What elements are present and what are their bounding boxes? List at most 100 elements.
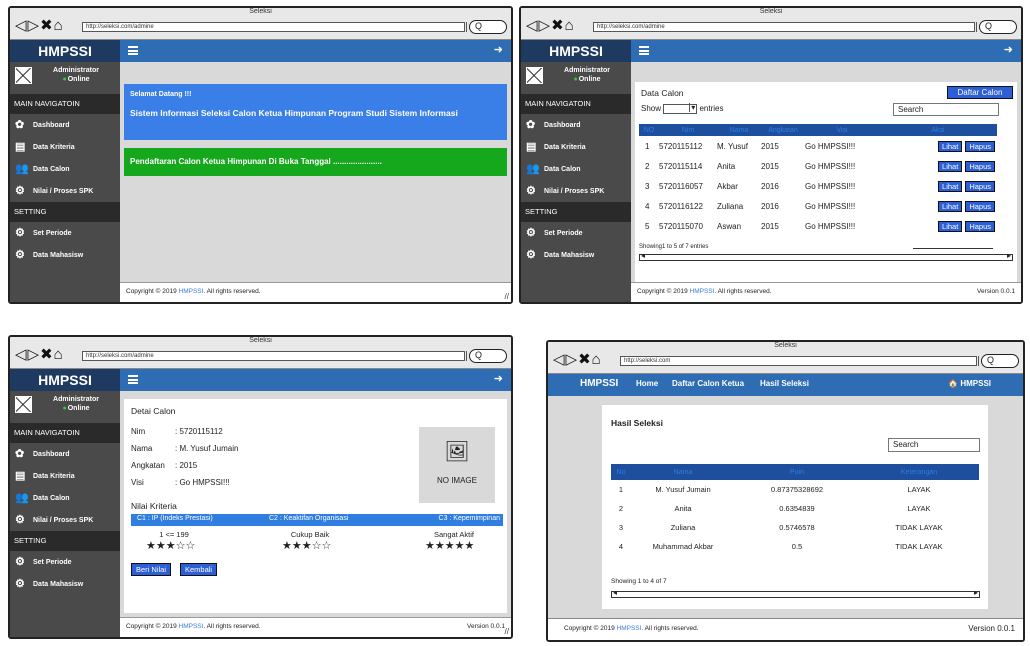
browser-chrome: Seleksi ◁▷✖⌂ http://seleksi.com/admine Q	[10, 337, 511, 369]
forward-icon[interactable]: ▷	[28, 347, 41, 362]
hasil-card: Hasil Seleksi Search No Nama Poin Ketera…	[602, 405, 988, 609]
address-bar[interactable]: http://seleksi.com/admine	[593, 22, 975, 32]
sidebar-item-kriteria[interactable]: ▤ Data Kriteria	[521, 136, 631, 158]
nav-hasil-seleksi[interactable]: Hasil Seleksi	[760, 379, 809, 388]
logout-icon[interactable]: ➜	[494, 372, 503, 385]
sidebar-item-calon[interactable]: 👥 Data Calon	[10, 487, 120, 509]
detail-title: Detai Calon	[131, 406, 176, 416]
browser-search-button[interactable]: Q	[469, 20, 507, 34]
sidebar-item-dashboard[interactable]: ✿ Dashboard	[10, 443, 120, 465]
hapus-button[interactable]: Hapus	[965, 200, 995, 212]
table-cell: 5720116122	[659, 201, 703, 211]
sidebar-item-kriteria[interactable]: ▤ Data Kriteria	[10, 136, 120, 158]
hamburger-icon[interactable]	[128, 46, 138, 55]
hamburger-icon[interactable]	[639, 46, 649, 55]
logout-icon[interactable]: ➜	[494, 43, 503, 56]
back-icon[interactable]: ◁	[526, 18, 539, 33]
footer-link[interactable]: HMPSSI	[179, 288, 204, 295]
table-cell: 5	[645, 221, 650, 231]
forward-icon[interactable]: ▷	[566, 352, 579, 367]
browser-search-button[interactable]: Q	[981, 354, 1019, 368]
lihat-button[interactable]: Lihat	[938, 180, 963, 192]
sidebar-item-dashboard[interactable]: ✿ Dashboard	[10, 114, 120, 136]
sidebar-item-periode[interactable]: ⚙ Set Periode	[10, 551, 120, 573]
home-icon[interactable]: ⌂	[565, 18, 575, 33]
beri-nilai-button[interactable]: Beri Nilai	[131, 563, 172, 576]
sidebar-item-mahasiswa[interactable]: ⚙ Data Mahasisw	[10, 244, 120, 266]
sidebar-item-calon[interactable]: 👥 Data Calon	[521, 158, 631, 180]
user-status: Online	[547, 76, 627, 83]
footer-link[interactable]: HMPSSI	[690, 288, 715, 295]
stop-icon[interactable]: ✖	[578, 352, 592, 367]
nav-daftar-calon[interactable]: Daftar Calon Ketua	[672, 379, 744, 388]
nav-home[interactable]: Home	[636, 379, 658, 388]
mockup-data-calon: Seleksi ◁▷✖⌂ http://seleksi.com/admine Q…	[519, 6, 1023, 304]
resize-grip-icon[interactable]: //	[505, 627, 509, 636]
home-icon[interactable]: ⌂	[592, 352, 602, 367]
version-label: Version 0.0.1	[968, 624, 1015, 633]
address-bar[interactable]: http://seleksi.com/admine	[82, 351, 465, 361]
calon-table: NO Nim Nama Angkatan Visi Aksi 1 57201151…	[639, 124, 997, 236]
nav-right-home[interactable]: 🏠 HMPSSI	[948, 379, 991, 388]
lihat-button[interactable]: Lihat	[938, 160, 963, 172]
hamburger-icon[interactable]	[128, 375, 138, 384]
gears-icon: ⚙	[15, 578, 25, 590]
home-icon[interactable]: ⌂	[54, 18, 64, 33]
dashboard-icon: ✿	[526, 119, 536, 131]
hapus-button[interactable]: Hapus	[965, 160, 995, 172]
hapus-button[interactable]: Hapus	[965, 140, 995, 152]
hapus-button[interactable]: Hapus	[965, 220, 995, 232]
horizontal-scrollbar[interactable]	[639, 251, 1013, 261]
table-cell: 3	[645, 181, 650, 191]
resize-grip-icon[interactable]: //	[505, 292, 509, 301]
logout-icon[interactable]: ➜	[1004, 43, 1013, 56]
entries-select[interactable]	[663, 103, 698, 114]
address-bar[interactable]: http://seleksi.com/admine	[82, 22, 465, 32]
lihat-button[interactable]: Lihat	[938, 220, 963, 232]
hapus-button[interactable]: Hapus	[965, 180, 995, 192]
field-nama: Nama: M. Yusuf Jumain	[131, 444, 238, 453]
field-nim: Nim: 5720115112	[131, 427, 223, 436]
sidebar-item-calon[interactable]: 👥 Data Calon	[10, 158, 120, 180]
top-bar: ➜	[120, 40, 511, 62]
pagination[interactable]	[913, 248, 993, 249]
public-brand[interactable]: HMPSSI	[580, 378, 618, 389]
sidebar-item-kriteria[interactable]: ▤ Data Kriteria	[10, 465, 120, 487]
back-icon[interactable]: ◁	[15, 18, 28, 33]
sidebar-item-dashboard[interactable]: ✿ Dashboard	[521, 114, 631, 136]
back-icon[interactable]: ◁	[15, 347, 28, 362]
forward-icon[interactable]: ▷	[28, 18, 41, 33]
lihat-button[interactable]: Lihat	[938, 140, 963, 152]
search-input[interactable]: Search	[893, 103, 999, 116]
stop-icon[interactable]: ✖	[40, 347, 54, 362]
home-icon[interactable]: ⌂	[54, 347, 64, 362]
stop-icon[interactable]: ✖	[551, 18, 565, 33]
stop-icon[interactable]: ✖	[40, 18, 54, 33]
forward-icon[interactable]: ▷	[539, 18, 552, 33]
sidebar-item-mahasiswa[interactable]: ⚙ Data Mahasisw	[10, 573, 120, 595]
kembali-button[interactable]: Kembali	[180, 563, 218, 576]
horizontal-scrollbar[interactable]	[611, 588, 980, 598]
sidebar-item-spk[interactable]: ⚙ Nilai / Proses SPK	[521, 180, 631, 202]
browser-search-button[interactable]: Q	[469, 349, 507, 363]
criteria-c3: C3 : Kepemimpinan	[438, 515, 500, 522]
table-cell: 1	[618, 485, 624, 494]
sidebar-item-mahasiswa[interactable]: ⚙ Data Mahasisw	[521, 244, 631, 266]
search-input[interactable]: Search	[888, 438, 980, 452]
daftar-calon-button[interactable]: Daftar Calon	[947, 86, 1013, 99]
footer-link[interactable]: HMPSSI	[617, 625, 642, 632]
address-bar[interactable]: http://seleksi.com	[620, 356, 977, 366]
lihat-button[interactable]: Lihat	[938, 200, 963, 212]
sidebar-item-spk[interactable]: ⚙ Nilai / Proses SPK	[10, 180, 120, 202]
footer-link[interactable]: HMPSSI	[179, 623, 204, 630]
user-name: Administrator	[564, 67, 610, 74]
sidebar-item-periode[interactable]: ⚙ Set Periode	[521, 222, 631, 244]
footer-suffix: . All rights reserved.	[714, 288, 772, 295]
field-angkatan: Angkatan: 2015	[131, 461, 197, 470]
sidebar-item-spk[interactable]: ⚙ Nilai / Proses SPK	[10, 509, 120, 531]
back-icon[interactable]: ◁	[553, 352, 566, 367]
criteria-c1-value: 1 <= 199	[159, 530, 189, 539]
sidebar-item-periode[interactable]: ⚙ Set Periode	[10, 222, 120, 244]
gears-icon: ⚙	[15, 227, 25, 239]
browser-search-button[interactable]: Q	[979, 20, 1017, 34]
